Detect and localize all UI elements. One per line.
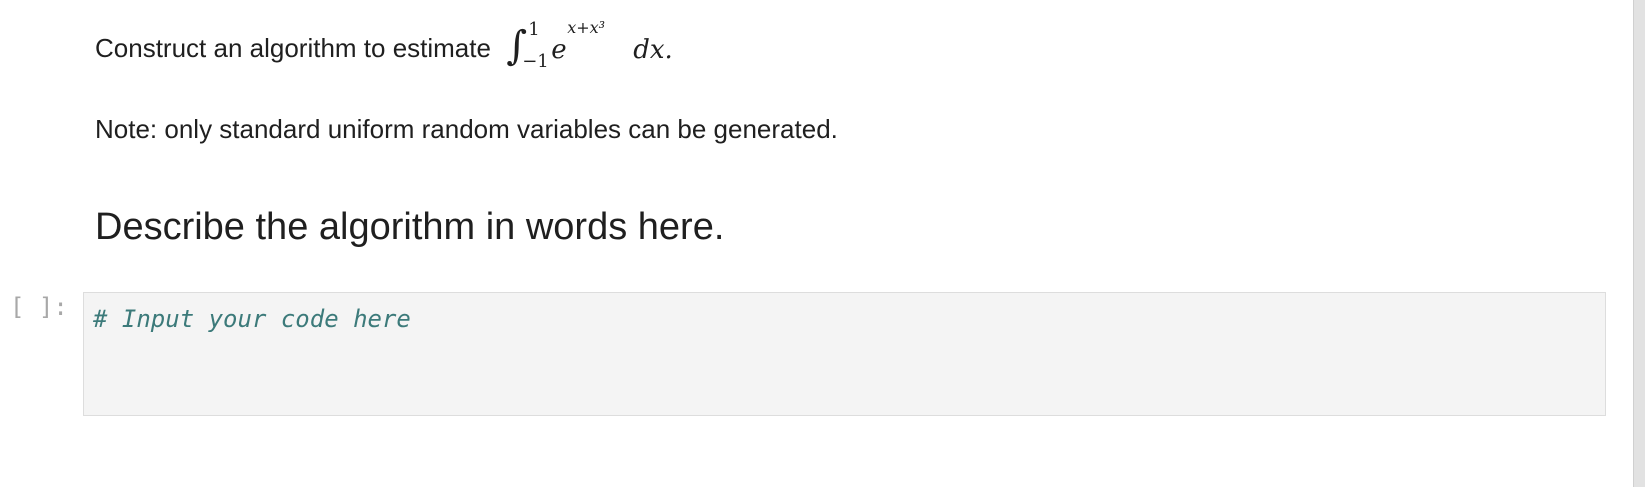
differential: dx. [633,35,673,65]
markdown-prompt: Construct an algorithm to estimate ∫ 1 −… [95,18,681,72]
scrollbar-track[interactable] [1633,0,1645,487]
section-heading: Describe the algorithm in words here. [95,206,725,248]
cell-input-prompt: [ ]: [10,293,68,321]
exponential-base: e [551,35,567,65]
notebook-area: Construct an algorithm to estimate ∫ 1 −… [0,0,1645,487]
lower-limit: −1 [522,51,549,72]
exponent: x+x³ [567,18,606,37]
note-text: Note: only standard uniform random varia… [95,114,838,144]
prompt-text: Construct an algorithm to estimate [95,33,491,63]
code-comment[interactable]: # Input your code here [93,302,411,336]
upper-limit: 1 [528,19,540,40]
scrollbar-thumb[interactable] [1633,0,1645,487]
integral-formula: ∫ 1 −1 e x+x³ dx. [506,18,681,72]
code-cell-editor[interactable]: # Input your code here [83,292,1606,416]
